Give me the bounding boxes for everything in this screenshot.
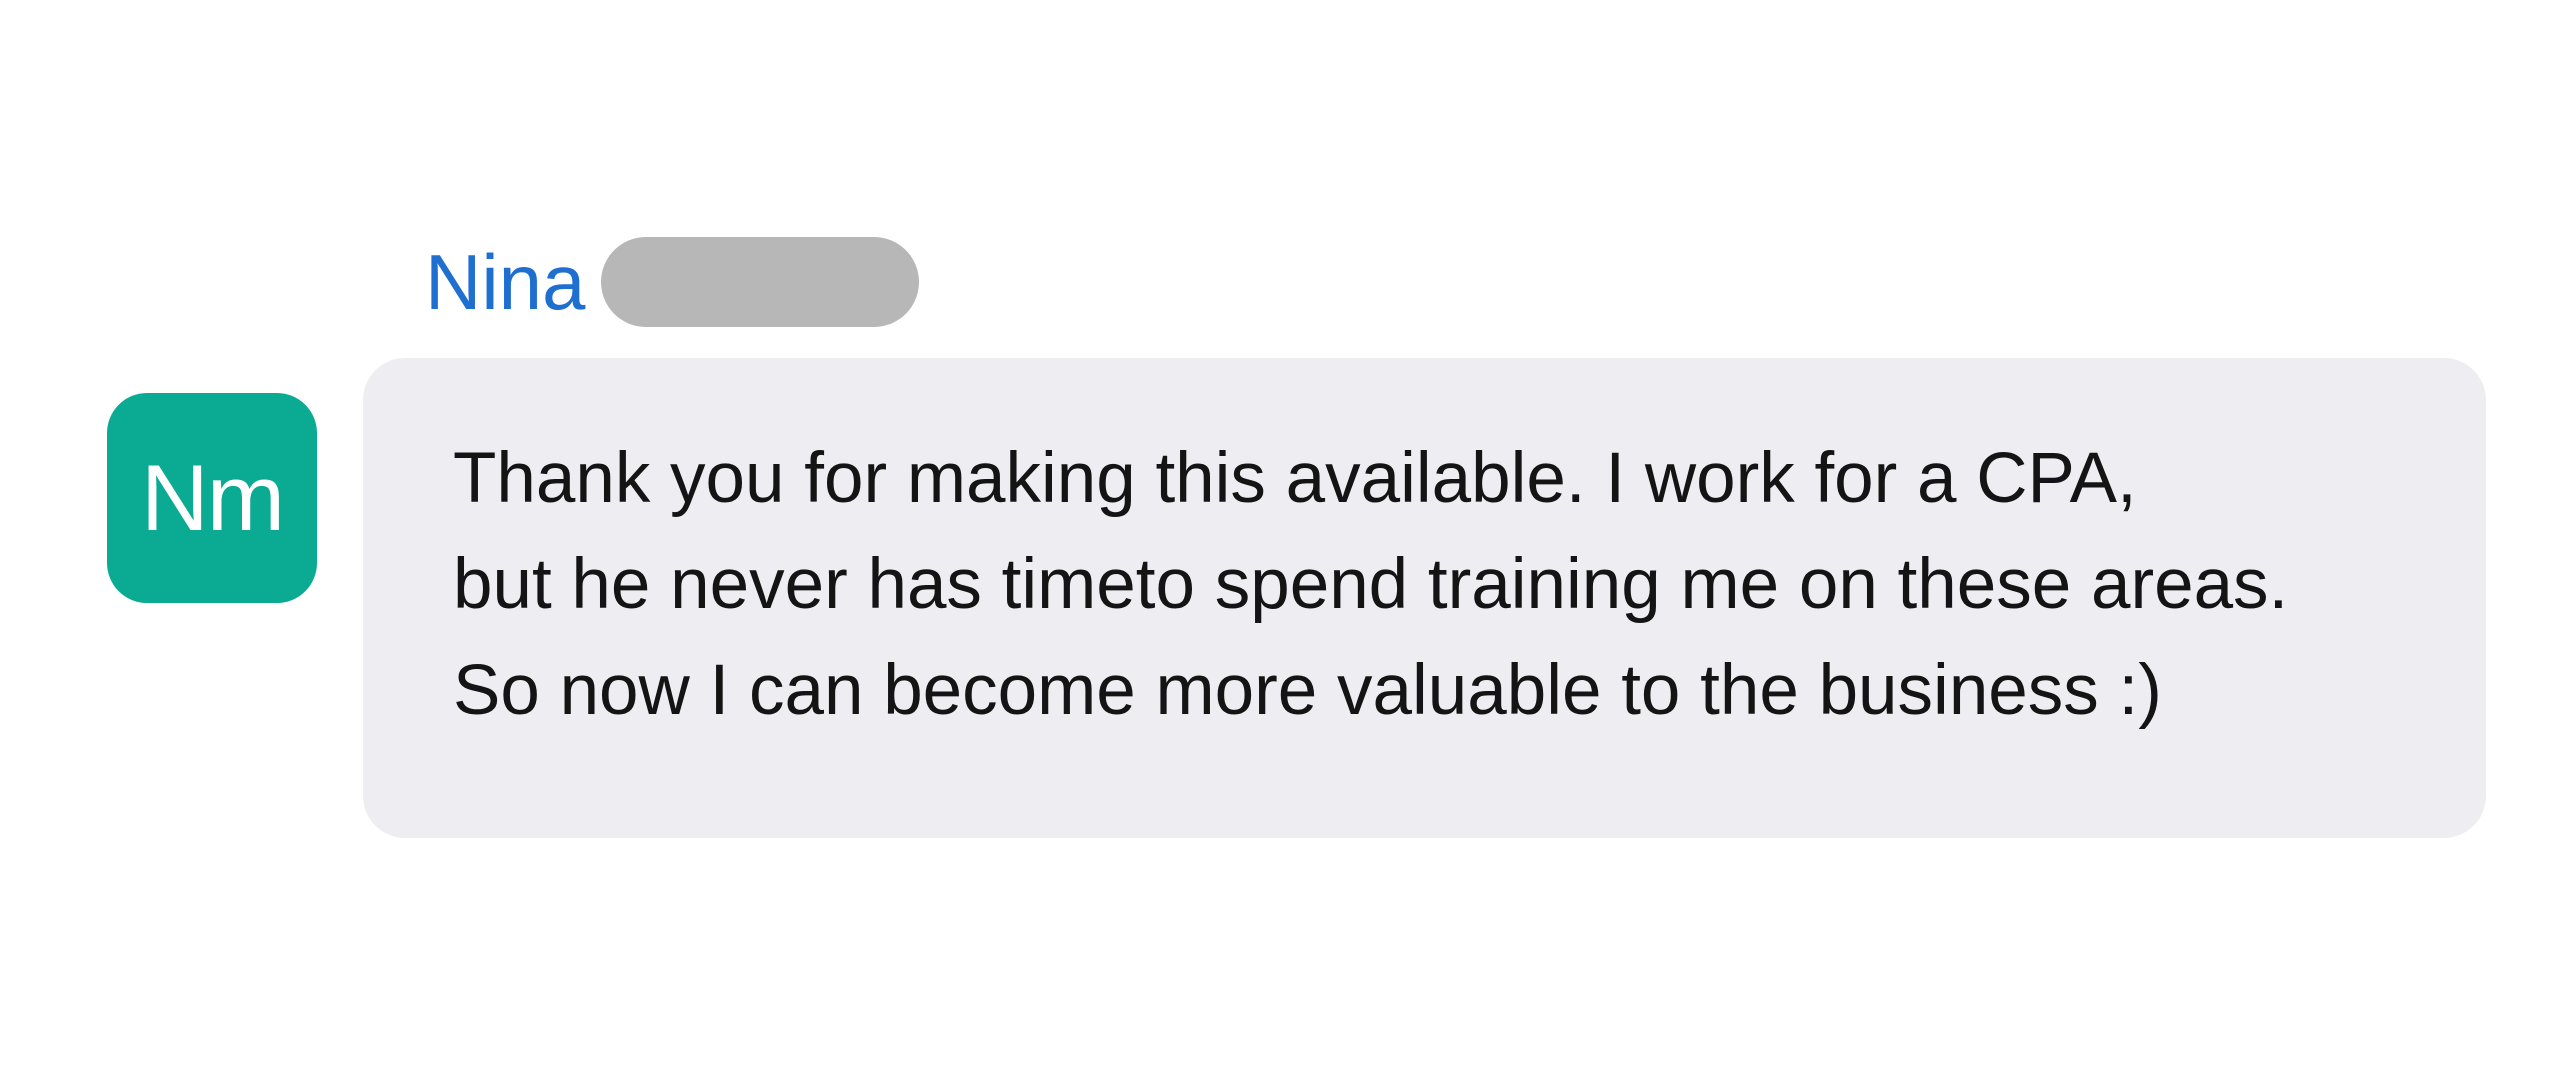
message-line: Thank you for making this available. I w… [453,439,2137,518]
message-text: Thank you for making this available. I w… [453,426,2486,744]
message-bubble: Thank you for making this available. I w… [363,358,2486,838]
avatar[interactable]: Nm [107,393,317,603]
chat-message: Nina Nm Thank you for making this availa… [0,0,2560,1066]
message-line: So now I can become more valuable to the… [453,651,2162,730]
avatar-initials: Nm [140,445,285,550]
message-author: Nina [425,236,920,328]
message-line: but he never has timeto spend training m… [453,545,2289,624]
redacted-surname [601,237,920,327]
author-name[interactable]: Nina [425,236,585,328]
